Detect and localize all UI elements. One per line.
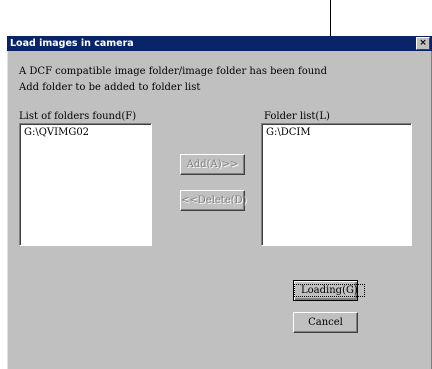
list-item[interactable]: G:\QVIMG02 — [24, 127, 89, 139]
title-bar[interactable]: Load images in camera × — [7, 36, 432, 51]
dialog-title: Load images in camera — [10, 38, 134, 49]
add-button[interactable]: Add(A)>> — [180, 154, 245, 175]
folder-list[interactable]: G:\DCIM — [261, 123, 412, 246]
close-icon: × — [419, 38, 427, 48]
folders-found-list[interactable]: G:\QVIMG02 — [19, 123, 152, 246]
loading-button[interactable]: Loading(G) — [293, 280, 365, 301]
folder-list-label: Folder list(L) — [264, 111, 330, 122]
delete-button[interactable]: <<Delete(D) — [180, 190, 247, 211]
list-item[interactable]: G:\DCIM — [266, 127, 311, 139]
cancel-button[interactable]: Cancel — [293, 312, 358, 333]
folders-found-label: List of folders found(F) — [19, 111, 137, 122]
instruction-message: Add folder to be added to folder list — [19, 82, 201, 93]
load-images-dialog: Load images in camera × A DCF compatible… — [7, 36, 432, 369]
loading-button-label: Loading(G) — [294, 284, 365, 297]
close-button[interactable]: × — [416, 37, 430, 50]
found-message: A DCF compatible image folder/image fold… — [19, 66, 328, 77]
